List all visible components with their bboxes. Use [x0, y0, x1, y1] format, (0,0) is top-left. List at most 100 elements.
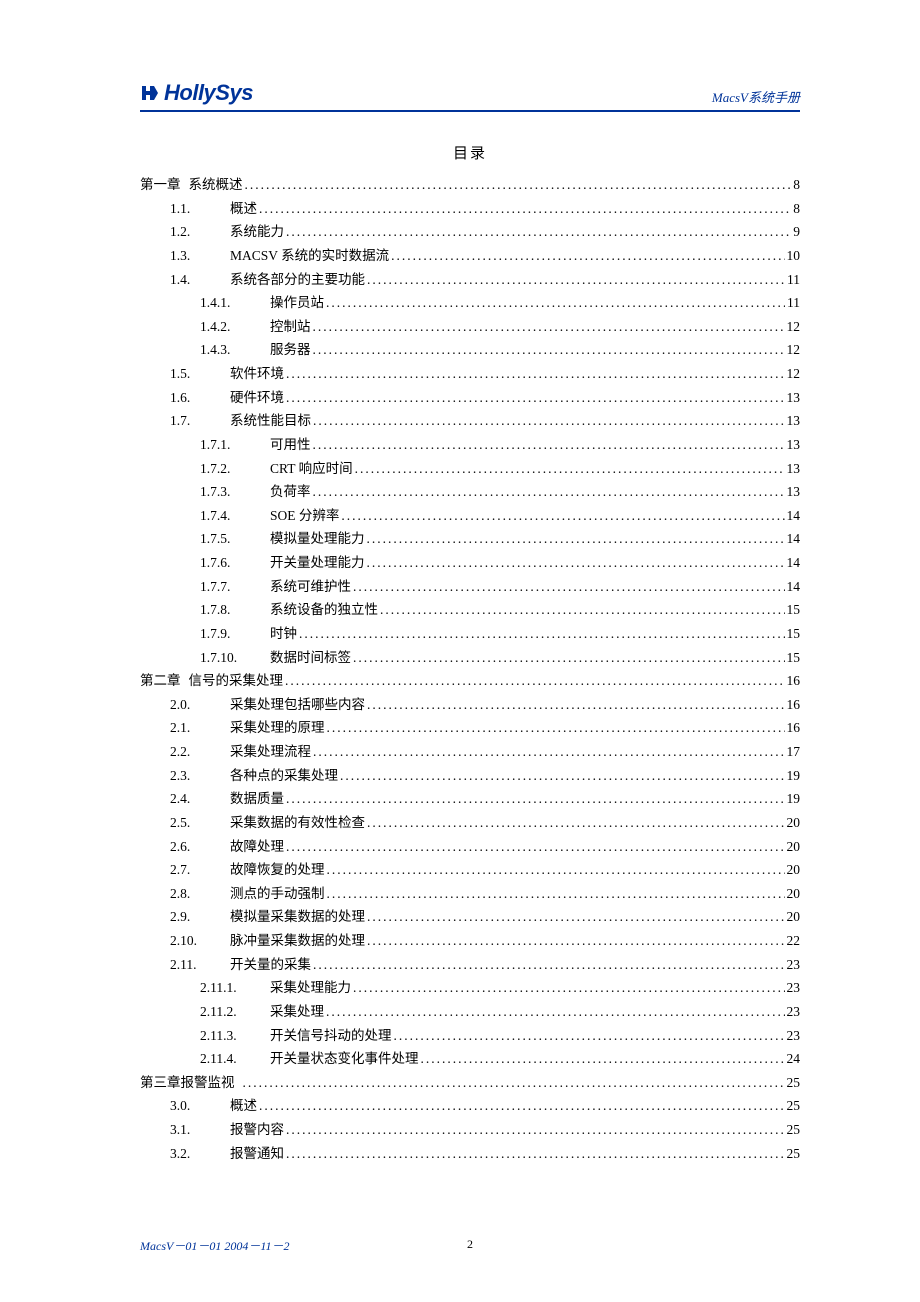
toc-page-number: 25: [785, 1094, 801, 1118]
toc-leader-dots: [286, 787, 785, 811]
toc-leader-dots: [391, 244, 784, 268]
toc-entry[interactable]: 2.11.1.采集处理能力23: [140, 976, 800, 1000]
toc-text: 系统概述: [189, 173, 245, 197]
toc-entry[interactable]: 1.7.6.开关量处理能力14: [140, 551, 800, 575]
toc-number: 1.7.10.: [140, 646, 270, 670]
toc-page-number: 14: [785, 504, 801, 528]
company-logo: HollySys: [140, 80, 253, 106]
page-footer: MacsV－01－01 2004－11－2 2: [140, 1237, 800, 1254]
toc-entry[interactable]: 第一章系统概述8: [140, 173, 800, 197]
toc-entry[interactable]: 1.6.硬件环境13: [140, 386, 800, 410]
toc-entry[interactable]: 2.1.采集处理的原理16: [140, 716, 800, 740]
toc-leader-dots: [286, 362, 785, 386]
toc-entry[interactable]: 2.3.各种点的采集处理19: [140, 764, 800, 788]
toc-number: 1.7.: [140, 409, 230, 433]
toc-page-number: 12: [785, 362, 801, 386]
toc-entry[interactable]: 1.4.系统各部分的主要功能11: [140, 268, 800, 292]
toc-entry[interactable]: 1.4.3.服务器12: [140, 338, 800, 362]
toc-entry[interactable]: 1.2.系统能力9: [140, 220, 800, 244]
toc-entry[interactable]: 2.9.模拟量采集数据的处理20: [140, 905, 800, 929]
toc-text: 采集处理能力: [270, 976, 353, 1000]
toc-entry[interactable]: 2.7.故障恢复的处理20: [140, 858, 800, 882]
toc-number: 第二章: [140, 669, 189, 693]
toc-entry[interactable]: 1.4.2.控制站12: [140, 315, 800, 339]
toc-entry[interactable]: 1.3.MACSV 系统的实时数据流10: [140, 244, 800, 268]
toc-text: 采集处理: [270, 1000, 326, 1024]
toc-leader-dots: [313, 315, 785, 339]
toc-title: 目录: [140, 142, 800, 163]
toc-entry[interactable]: 2.8.测点的手动强制20: [140, 882, 800, 906]
toc-entry[interactable]: 1.7.2.CRT 响应时间13: [140, 457, 800, 481]
toc-number: 1.4.2.: [140, 315, 270, 339]
toc-entry[interactable]: 1.7.5.模拟量处理能力14: [140, 527, 800, 551]
toc-page-number: 13: [785, 480, 801, 504]
toc-leader-dots: [380, 598, 785, 622]
toc-number: 1.7.9.: [140, 622, 270, 646]
toc-entry[interactable]: 1.7.系统性能目标13: [140, 409, 800, 433]
toc-leader-dots: [353, 646, 785, 670]
toc-page-number: 20: [785, 835, 801, 859]
toc-text: 概述: [230, 197, 259, 221]
toc-entry[interactable]: 1.7.4.SOE 分辨率14: [140, 504, 800, 528]
toc-entry[interactable]: 3.1.报警内容25: [140, 1118, 800, 1142]
toc-entry[interactable]: 2.6.故障处理20: [140, 835, 800, 859]
toc-leader-dots: [313, 409, 785, 433]
toc-page-number: 13: [785, 433, 801, 457]
toc-page-number: 13: [785, 386, 801, 410]
toc-entry[interactable]: 3.0.概述25: [140, 1094, 800, 1118]
toc-entry[interactable]: 2.4.数据质量19: [140, 787, 800, 811]
toc-entry[interactable]: 1.7.8.系统设备的独立性15: [140, 598, 800, 622]
toc-leader-dots: [286, 1118, 785, 1142]
toc-entry[interactable]: 2.11.3.开关信号抖动的处理23: [140, 1024, 800, 1048]
toc-entry[interactable]: 1.5.软件环境12: [140, 362, 800, 386]
toc-entry[interactable]: 第二章信号的采集处理16: [140, 669, 800, 693]
toc-entry[interactable]: 1.7.10.数据时间标签15: [140, 646, 800, 670]
toc-text: 开关量状态变化事件处理: [270, 1047, 421, 1071]
toc-entry[interactable]: 2.11.4.开关量状态变化事件处理24: [140, 1047, 800, 1071]
toc-page-number: 11: [785, 268, 800, 292]
toc-entry[interactable]: 1.1.概述8: [140, 197, 800, 221]
toc-entry[interactable]: 2.5.采集数据的有效性检查20: [140, 811, 800, 835]
toc-entry[interactable]: 1.7.9.时钟15: [140, 622, 800, 646]
toc-text: 模拟量采集数据的处理: [230, 905, 367, 929]
toc-page-number: 14: [785, 551, 801, 575]
toc-entry[interactable]: 2.2.采集处理流程17: [140, 740, 800, 764]
toc-page-number: 8: [791, 197, 800, 221]
toc-page-number: 25: [785, 1118, 801, 1142]
toc-number: 2.4.: [140, 787, 230, 811]
doc-title-prefix: MacsV: [712, 90, 748, 105]
toc-leader-dots: [259, 197, 791, 221]
toc-leader-dots: [313, 433, 785, 457]
toc-entry[interactable]: 1.7.7.系统可维护性14: [140, 575, 800, 599]
toc-leader-dots: [353, 976, 785, 1000]
toc-entry[interactable]: 2.11.开关量的采集23: [140, 953, 800, 977]
toc-leader-dots: [259, 1094, 785, 1118]
toc-number: 2.11.2.: [140, 1000, 270, 1024]
toc-number: 2.1.: [140, 716, 230, 740]
toc-page-number: 23: [785, 1000, 801, 1024]
toc-number: 1.7.2.: [140, 457, 270, 481]
toc-leader-dots: [313, 953, 785, 977]
toc-number: 1.4.1.: [140, 291, 270, 315]
toc-text: 测点的手动强制: [230, 882, 327, 906]
toc-entry[interactable]: 2.11.2.采集处理 23: [140, 1000, 800, 1024]
toc-number: 2.5.: [140, 811, 230, 835]
toc-entry[interactable]: 1.7.1.可用性13: [140, 433, 800, 457]
toc-entry[interactable]: 2.10.脉冲量采集数据的处理22: [140, 929, 800, 953]
toc-leader-dots: [367, 551, 785, 575]
toc-entry[interactable]: 1.4.1.操作员站11: [140, 291, 800, 315]
toc-page-number: 25: [785, 1142, 801, 1166]
toc-page-number: 11: [785, 291, 800, 315]
toc-number: 1.7.6.: [140, 551, 270, 575]
toc-number: 2.11.1.: [140, 976, 270, 1000]
toc-entry[interactable]: 第三章报警监视25: [140, 1071, 800, 1095]
toc-leader-dots: [243, 1071, 785, 1095]
toc-entry[interactable]: 3.2.报警通知25: [140, 1142, 800, 1166]
toc-entry[interactable]: 2.0.采集处理包括哪些内容16: [140, 693, 800, 717]
toc-page-number: 14: [785, 575, 801, 599]
toc-entry[interactable]: 1.7.3.负荷率13: [140, 480, 800, 504]
toc-text: 开关量的采集: [230, 953, 313, 977]
toc-leader-dots: [286, 1142, 785, 1166]
toc-number: 1.7.1.: [140, 433, 270, 457]
toc-leader-dots: [367, 693, 785, 717]
